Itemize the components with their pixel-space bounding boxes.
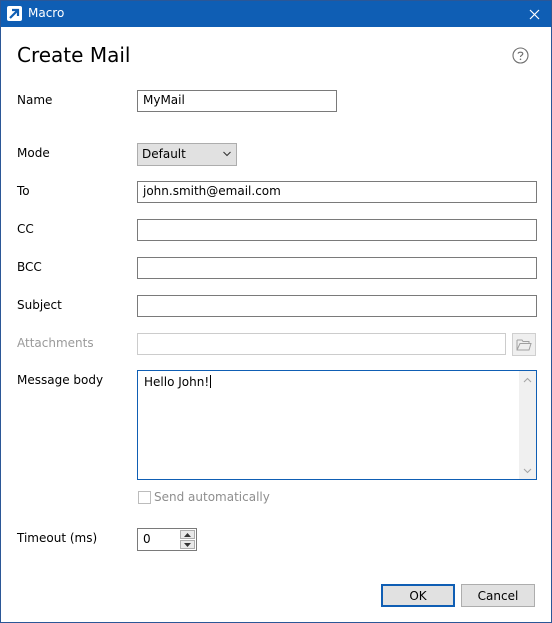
mode-label: Mode	[17, 146, 50, 160]
chevron-up-icon	[523, 377, 532, 382]
to-input[interactable]: john.smith@email.com	[137, 181, 537, 203]
timeout-stepper[interactable]: 0	[137, 528, 197, 551]
page-title: Create Mail	[17, 43, 131, 67]
mode-select-value: Default	[142, 147, 186, 161]
message-body-textarea[interactable]: Hello John!	[137, 370, 537, 480]
folder-open-icon	[516, 339, 532, 351]
subject-input[interactable]	[137, 295, 537, 317]
bcc-label: BCC	[17, 260, 42, 274]
scroll-down-button[interactable]	[519, 462, 536, 479]
subject-label: Subject	[17, 298, 62, 312]
triangle-down-icon	[184, 542, 191, 547]
attachments-label: Attachments	[17, 336, 94, 350]
text-caret	[210, 375, 212, 388]
ok-button[interactable]: OK	[381, 584, 455, 607]
decrement-button[interactable]	[180, 540, 195, 549]
triangle-up-icon	[184, 532, 191, 537]
macro-dialog: Macro Create Mail Name MyMail Mode Defau…	[0, 0, 552, 623]
send-automatically-label: Send automatically	[154, 490, 270, 504]
window-title: Macro	[28, 6, 65, 20]
question-circle-icon[interactable]	[512, 47, 529, 64]
send-automatically-checkbox	[138, 490, 151, 504]
close-icon	[529, 9, 539, 19]
cc-label: CC	[17, 222, 34, 236]
timeout-label: Timeout (ms)	[17, 531, 98, 545]
chevron-down-icon	[523, 468, 532, 473]
message-body-scrollbar[interactable]	[519, 371, 536, 479]
close-button[interactable]	[517, 1, 551, 27]
scroll-up-button[interactable]	[519, 371, 536, 388]
message-body-text: Hello John!	[144, 375, 210, 389]
name-label: Name	[17, 93, 53, 107]
mode-select[interactable]: Default	[137, 143, 237, 166]
bcc-input[interactable]	[137, 257, 537, 279]
to-label: To	[17, 184, 30, 198]
cancel-button[interactable]: Cancel	[461, 584, 535, 607]
increment-button[interactable]	[180, 530, 195, 539]
send-automatically-option: Send automatically	[138, 490, 270, 504]
title-bar: Macro	[1, 1, 551, 27]
browse-attachments-button	[512, 333, 536, 356]
chevron-down-icon	[223, 151, 231, 157]
attachments-input	[137, 333, 506, 355]
message-body-label: Message body	[17, 373, 104, 387]
timeout-value[interactable]: 0	[143, 532, 151, 546]
name-input[interactable]: MyMail	[137, 90, 337, 112]
arrow-app-icon	[7, 6, 22, 21]
cc-input[interactable]	[137, 219, 537, 241]
